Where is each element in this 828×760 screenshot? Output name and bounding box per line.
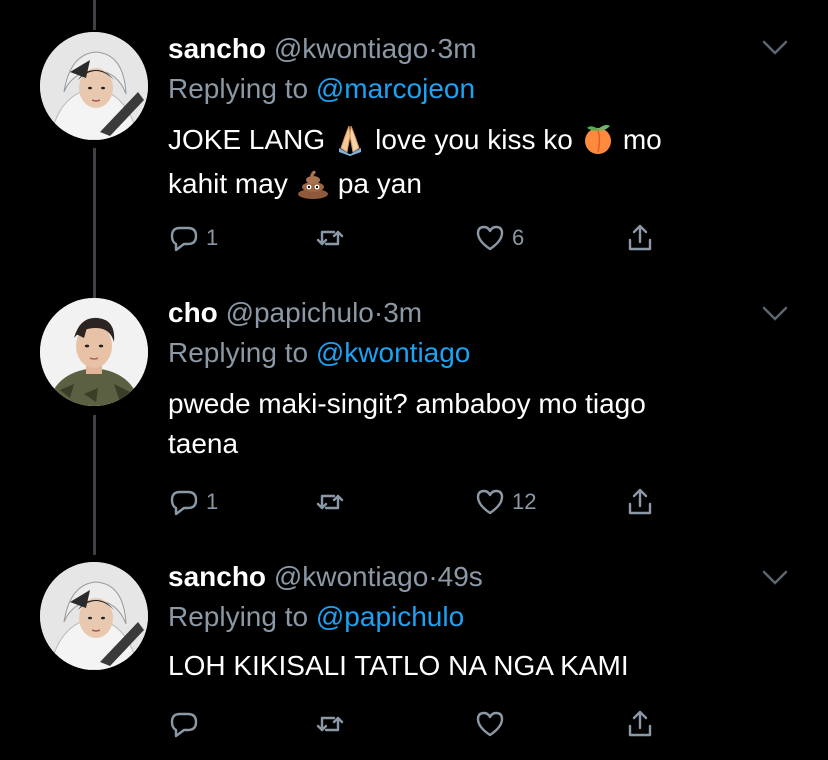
retweet-button[interactable] xyxy=(314,482,352,522)
separator-dot: · xyxy=(428,561,438,592)
text-segment: pa yan xyxy=(337,168,422,199)
tweet-2[interactable]: cho @papichulo·3m Replying to @kwontiago… xyxy=(0,270,828,532)
display-name[interactable]: sancho xyxy=(168,561,266,592)
reply-count: 1 xyxy=(206,225,219,250)
display-name[interactable]: cho xyxy=(168,297,218,328)
timestamp[interactable]: 3m xyxy=(383,297,422,328)
poop-icon xyxy=(297,170,328,199)
reply-button[interactable]: 1 xyxy=(168,482,218,522)
text-segment: kahit may xyxy=(168,168,288,199)
tweet-text: JOKE LANG love you kiss ko mo kahit may … xyxy=(168,118,788,206)
reply-icon xyxy=(170,712,198,738)
heart-icon xyxy=(476,711,504,737)
tweet-text-line-1: LOH KIKISALI TATLO NA NGA KAMI xyxy=(168,650,629,681)
like-count: 12 xyxy=(512,489,537,514)
timestamp[interactable]: 3m xyxy=(438,33,477,64)
like-count: 6 xyxy=(512,225,525,250)
tweet-text-line-2: taena xyxy=(168,428,239,459)
peach-icon xyxy=(584,125,611,154)
share-icon xyxy=(628,710,652,737)
tweet-text-line-1: JOKE LANG love you kiss ko mo xyxy=(168,118,788,162)
user-handle[interactable]: @papichulo xyxy=(226,297,374,328)
replying-to: Replying to @papichulo xyxy=(168,600,464,634)
folded-hands-icon xyxy=(339,125,362,156)
tweet-3[interactable]: sancho @kwontiago·49s Replying to @papic… xyxy=(0,532,828,760)
reply-count: 1 xyxy=(206,489,219,514)
tweet-1[interactable]: sancho @kwontiago·3m Replying to @marcoj… xyxy=(0,0,828,270)
avatar[interactable] xyxy=(40,298,148,406)
chevron-down-icon[interactable] xyxy=(762,570,788,586)
replying-to-label: Replying to xyxy=(168,337,309,368)
replying-to: Replying to @kwontiago xyxy=(168,336,470,370)
chevron-down-icon[interactable] xyxy=(762,306,788,322)
share-button[interactable] xyxy=(624,704,656,744)
text-segment: JOKE LANG xyxy=(168,124,326,155)
retweet-icon xyxy=(316,494,344,510)
tweet-text: pwede maki-singit? ambaboy mo tiago taen… xyxy=(168,384,788,464)
like-button[interactable]: 12 xyxy=(474,482,536,522)
reply-icon xyxy=(170,226,198,252)
replying-to-label: Replying to xyxy=(168,73,309,104)
timestamp[interactable]: 49s xyxy=(438,561,483,592)
mention-link[interactable]: @marcojeon xyxy=(316,73,475,104)
user-handle[interactable]: @kwontiago xyxy=(274,33,429,64)
avatar-image-icon xyxy=(40,32,148,140)
action-bar xyxy=(168,704,768,744)
action-bar: 1 6 xyxy=(168,218,768,258)
avatar[interactable] xyxy=(40,32,148,140)
retweet-button[interactable] xyxy=(314,218,352,258)
display-name[interactable]: sancho xyxy=(168,33,266,64)
share-button[interactable] xyxy=(624,482,656,522)
reply-button[interactable]: 1 xyxy=(168,218,218,258)
mention-link[interactable]: @kwontiago xyxy=(316,337,471,368)
reply-button[interactable] xyxy=(168,704,206,744)
share-icon xyxy=(628,224,652,251)
avatar[interactable] xyxy=(40,562,148,670)
action-bar: 1 12 xyxy=(168,482,768,522)
share-icon xyxy=(628,488,652,515)
retweet-button[interactable] xyxy=(314,704,352,744)
tweet-header: sancho @kwontiago·3m xyxy=(168,32,477,66)
avatar-image-icon xyxy=(40,562,148,670)
user-handle[interactable]: @kwontiago xyxy=(274,561,429,592)
tweet-text: LOH KIKISALI TATLO NA NGA KAMI xyxy=(168,646,788,686)
like-button[interactable]: 6 xyxy=(474,218,524,258)
reply-icon xyxy=(170,490,198,516)
tweet-header: cho @papichulo·3m xyxy=(168,296,422,330)
tweet-header: sancho @kwontiago·49s xyxy=(168,560,483,594)
tweet-text-line-2: kahit may pa yan xyxy=(168,162,788,206)
mention-link[interactable]: @papichulo xyxy=(316,601,464,632)
separator-dot: · xyxy=(428,33,438,64)
separator-dot: · xyxy=(373,297,384,328)
retweet-icon xyxy=(316,230,344,246)
tweet-text-line-1: pwede maki-singit? ambaboy mo tiago xyxy=(168,388,646,419)
avatar-image-icon xyxy=(40,298,148,406)
chevron-down-icon[interactable] xyxy=(762,40,788,56)
replying-to-label: Replying to xyxy=(168,601,309,632)
heart-icon xyxy=(476,489,504,515)
text-segment: mo xyxy=(622,124,662,155)
replying-to: Replying to @marcojeon xyxy=(168,72,475,106)
heart-icon xyxy=(476,225,504,251)
retweet-icon xyxy=(316,716,344,732)
share-button[interactable] xyxy=(624,218,656,258)
text-segment: love you kiss ko xyxy=(375,124,573,155)
like-button[interactable] xyxy=(474,704,512,744)
